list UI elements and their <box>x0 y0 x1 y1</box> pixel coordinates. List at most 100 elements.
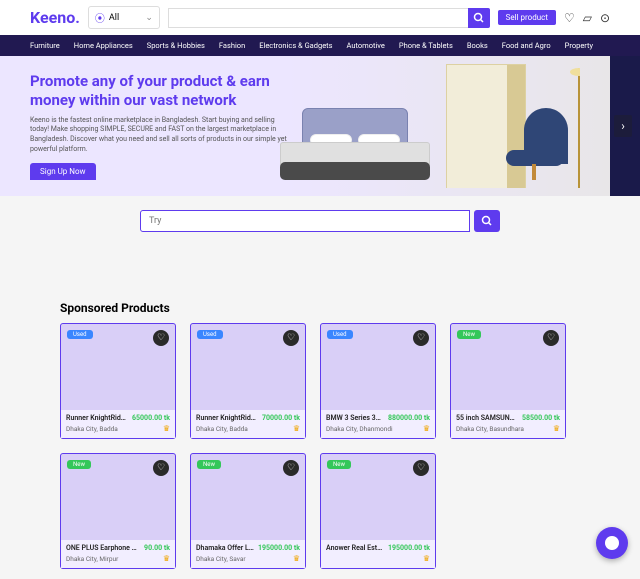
logo[interactable]: Keeno. <box>30 8 80 27</box>
condition-badge: New <box>457 330 481 339</box>
product-card[interactable]: New♡Anower Real Esta…195000.00 tk♛ <box>320 453 436 569</box>
favorite-button[interactable]: ♡ <box>153 460 169 476</box>
nav-item[interactable]: Furniture <box>30 41 60 50</box>
nav-item[interactable]: Books <box>467 41 488 50</box>
chair-icon <box>506 108 568 180</box>
nav-item[interactable]: Food and Agro <box>502 41 551 50</box>
premium-icon: ♛ <box>293 424 300 433</box>
condition-badge: New <box>197 460 221 469</box>
product-body: 55 inch SAMSUNG … 58500.00 tk Dhaka City, … <box>451 410 565 438</box>
condition-badge: New <box>67 460 91 469</box>
header-search <box>168 8 490 28</box>
product-price: 65000.00 tk <box>132 414 170 422</box>
product-body: Anower Real Esta… 195000.00 tk ♛ <box>321 540 435 568</box>
product-body: Dhamaka Offer L… 195000.00 tk Dhaka City, … <box>191 540 305 568</box>
nav-item[interactable]: Property <box>565 41 593 50</box>
product-title: 55 inch SAMSUNG … <box>456 414 518 422</box>
product-price: 195000.00 tk <box>258 544 300 552</box>
condition-badge: Used <box>327 330 353 339</box>
product-price: 90.00 tk <box>144 544 170 552</box>
favorite-button[interactable]: ♡ <box>153 330 169 346</box>
favorite-button[interactable]: ♡ <box>413 330 429 346</box>
hero-title: Promote any of your product & earn money… <box>30 72 294 110</box>
product-body: BMW 3 Series 318… 880000.00 tk Dhaka City,… <box>321 410 435 438</box>
condition-badge: Used <box>67 330 93 339</box>
nav-item[interactable]: Fashion <box>219 41 245 50</box>
favorite-button[interactable]: ♡ <box>283 330 299 346</box>
product-title: Runner KnightRid… <box>66 414 128 422</box>
nav-item[interactable]: Electronics & Gadgets <box>259 41 332 50</box>
premium-icon: ♛ <box>163 554 170 563</box>
header-search-button[interactable] <box>468 8 490 28</box>
hero-image <box>280 64 580 188</box>
product-location: Dhaka City, Badda <box>196 425 248 433</box>
product-price: 58500.00 tk <box>522 414 560 422</box>
category-selector[interactable]: ⦿ All ⌄ <box>88 6 160 29</box>
product-location: Dhaka City, Dhanmondi <box>326 425 393 433</box>
hero-subtitle: Keeno is the fastest online marketplace … <box>30 116 294 155</box>
product-image: New ♡ <box>191 454 305 540</box>
product-image: Used ♡ <box>61 324 175 410</box>
product-title: Anower Real Esta… <box>326 544 384 552</box>
product-price: 195000.00 tk <box>388 544 430 552</box>
product-grid: Used ♡ Runner KnightRid… 65000.00 tk Dhaka C… <box>60 323 580 569</box>
header-search-input[interactable] <box>168 8 468 28</box>
search-icon <box>481 215 493 227</box>
favorite-button[interactable]: ♡ <box>413 460 429 476</box>
product-location: Dhaka City, Savar <box>196 555 246 563</box>
product-card[interactable]: Used♡Runner KnightRid…65000.00 tkDhaka C… <box>60 323 176 439</box>
lamp-shade-icon <box>570 68 580 76</box>
bed-icon <box>280 108 430 180</box>
premium-icon: ♛ <box>163 424 170 433</box>
product-location: Dhaka City, Mirpur <box>66 555 118 563</box>
product-location: Dhaka City, Basundhara <box>456 425 524 433</box>
wishlist-icon[interactable]: ♡ <box>564 11 575 25</box>
chevron-down-icon: ⌄ <box>145 13 153 23</box>
product-title: Dhamaka Offer L… <box>196 544 254 552</box>
hero-content: Promote any of your product & earn money… <box>30 72 294 180</box>
chat-button[interactable] <box>596 527 628 559</box>
hero-banner: Promote any of your product & earn money… <box>0 56 640 196</box>
carousel-next-button[interactable]: › <box>614 115 632 137</box>
main-search-button[interactable] <box>474 210 500 232</box>
favorite-button[interactable]: ♡ <box>283 460 299 476</box>
product-card[interactable]: New ♡ ONE PLUS Earphone O…90.00 tkDhaka Ci… <box>60 453 176 569</box>
product-price: 70000.00 tk <box>262 414 300 422</box>
product-card[interactable]: Used ♡ BMW 3 Series 318… 880000.00 tk Dhaka … <box>320 323 436 439</box>
favorite-button[interactable]: ♡ <box>543 330 559 346</box>
search-icon <box>473 12 485 24</box>
product-card[interactable]: New ♡ Dhamaka Offer L… 195000.00 tk Dhaka Ci… <box>190 453 306 569</box>
nav-item[interactable]: Phone & Tablets <box>399 41 453 50</box>
section-title: Sponsored Products <box>60 301 580 315</box>
condition-badge: Used <box>197 330 223 339</box>
header-icons: ♡ ▱ ⊙ <box>564 11 610 25</box>
sponsored-section: Sponsored Products Used ♡ Runner KnightRid… <box>0 246 640 579</box>
cart-icon[interactable]: ▱ <box>583 11 592 25</box>
premium-icon: ♛ <box>293 554 300 563</box>
product-body: ONE PLUS Earphone O…90.00 tkDhaka City, … <box>61 540 175 568</box>
premium-icon: ♛ <box>423 554 430 563</box>
pin-icon: ⦿ <box>95 10 105 25</box>
product-title: BMW 3 Series 318… <box>326 414 384 422</box>
product-card[interactable]: Used ♡ Runner KnightRid… 70000.00 tk Dhaka C… <box>190 323 306 439</box>
nav-item[interactable]: Sports & Hobbies <box>147 41 205 50</box>
main-search-input[interactable] <box>140 210 470 232</box>
product-title: Runner KnightRid… <box>196 414 258 422</box>
product-body: Runner KnightRid… 70000.00 tk Dhaka City, … <box>191 410 305 438</box>
product-image: New ♡ <box>451 324 565 410</box>
nav-item[interactable]: Home Appliances <box>74 41 133 50</box>
account-icon[interactable]: ⊙ <box>600 11 610 25</box>
sell-product-button[interactable]: Sell product <box>498 10 556 25</box>
nav-item[interactable]: Automotive <box>347 41 385 50</box>
product-price: 880000.00 tk <box>388 414 430 422</box>
product-card[interactable]: New ♡ 55 inch SAMSUNG … 58500.00 tk Dhaka Ci… <box>450 323 566 439</box>
product-body: Runner KnightRid…65000.00 tkDhaka City, … <box>61 410 175 438</box>
product-image: New ♡ <box>61 454 175 540</box>
premium-icon: ♛ <box>553 424 560 433</box>
premium-icon: ♛ <box>423 424 430 433</box>
product-image: Used ♡ <box>321 324 435 410</box>
category-label: All <box>109 13 119 23</box>
signup-button[interactable]: Sign Up Now <box>30 163 96 180</box>
main-search <box>0 196 640 246</box>
lamp-icon <box>578 68 580 188</box>
